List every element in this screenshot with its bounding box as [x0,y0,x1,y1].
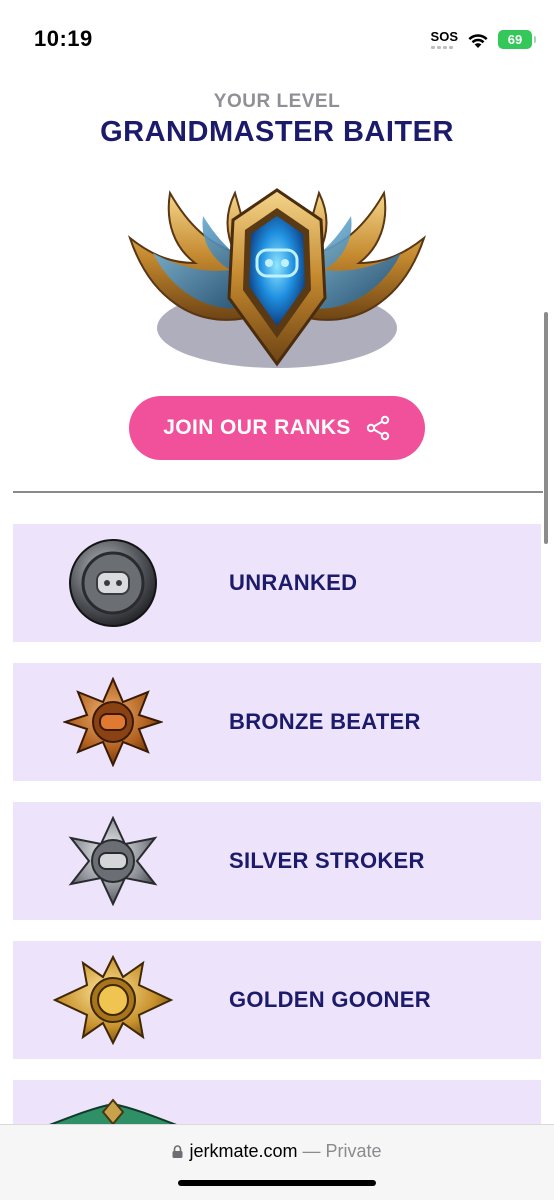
rank-label: GOLDEN GOONER [229,987,431,1012]
level-eyebrow: YOUR LEVEL [213,91,341,112]
rank-label: SILVER STROKER [229,848,425,873]
status-bar: 10:19 SOS 69 [0,0,554,80]
rank-card-golden-gooner[interactable]: GOLDEN GOONER [13,941,541,1059]
battery-icon: 69 [498,30,536,49]
bronze-star-badge-icon [63,677,163,767]
gold-sun-badge-icon [52,955,174,1045]
rank-card-silver-stroker[interactable]: SILVER STROKER [13,802,541,920]
iron-shield-badge-icon [69,539,157,627]
private-mode-label: Private [325,1141,382,1161]
browser-address-bar[interactable]: jerkmate.com — Private [0,1124,554,1200]
url-display[interactable]: jerkmate.com — Private [0,1141,554,1162]
battery-level: 69 [507,32,523,47]
url-separator: — [302,1141,321,1161]
scrollbar[interactable] [544,312,548,544]
join-button-label: JOIN OUR RANKS [163,416,351,439]
url-domain: jerkmate.com [189,1141,298,1161]
share-icon [366,415,390,441]
section-divider [13,491,543,493]
join-our-ranks-button[interactable]: JOIN OUR RANKS [129,396,425,460]
status-icons: SOS 69 [430,29,536,49]
lock-icon [172,1145,183,1158]
home-indicator[interactable] [178,1180,376,1186]
rank-label: BRONZE BEATER [229,709,421,734]
status-time: 10:19 [34,26,93,51]
rank-card-bronze-beater[interactable]: BRONZE BEATER [13,663,541,781]
winged-grandmaster-badge-icon [127,188,427,368]
wifi-icon [468,33,488,48]
rank-label: UNRANKED [229,570,358,595]
silver-star-badge-icon [68,816,158,906]
sos-indicator: SOS [430,29,458,49]
level-title: GRANDMASTER BAITER [100,116,454,148]
sos-label: SOS [430,29,458,44]
rank-card-unranked[interactable]: UNRANKED [13,524,541,642]
